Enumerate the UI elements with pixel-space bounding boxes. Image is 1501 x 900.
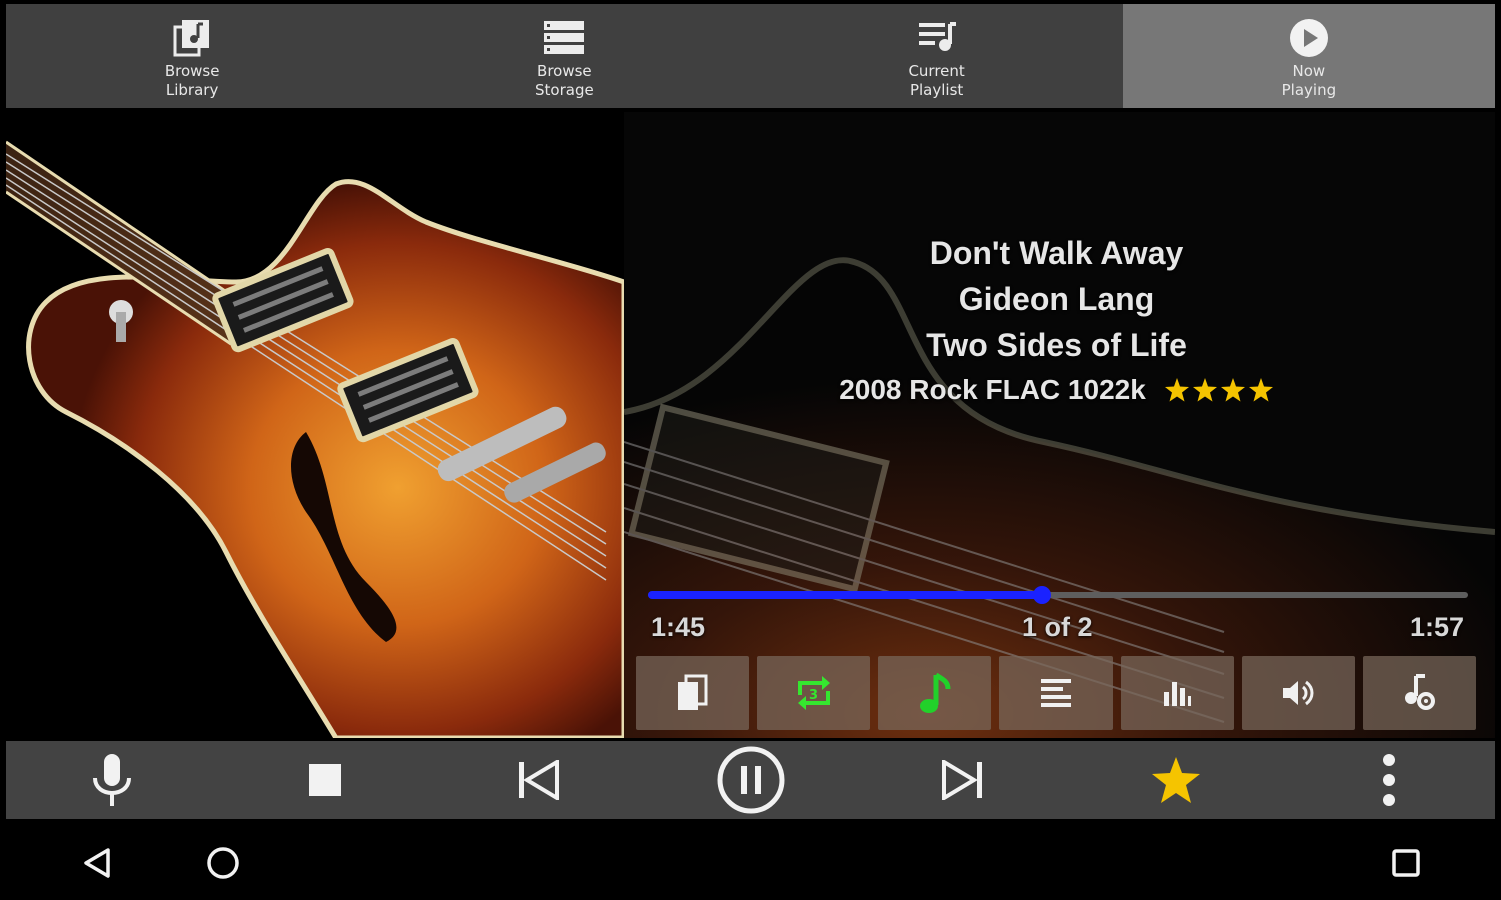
lyrics-button[interactable] xyxy=(999,656,1113,730)
favorite-button[interactable] xyxy=(1070,741,1283,819)
tab-label: Browse Library xyxy=(164,62,220,99)
tab-label: Browse Storage xyxy=(535,62,594,99)
seek-bar-progress xyxy=(648,591,1042,599)
play-circle-icon xyxy=(1287,16,1331,60)
svg-text:3: 3 xyxy=(809,688,818,703)
track-meta: 2008 Rock FLAC 1022k xyxy=(839,374,1146,405)
volume-icon xyxy=(1283,680,1314,706)
voice-search-button[interactable] xyxy=(6,741,219,819)
more-options-button[interactable] xyxy=(1282,741,1495,819)
next-icon xyxy=(942,760,983,800)
album-art[interactable] xyxy=(6,112,624,738)
repeat-icon: 3 xyxy=(797,676,830,710)
total-time: 1:57 xyxy=(1410,612,1465,642)
repeat-button[interactable]: 3 xyxy=(757,656,871,730)
play-pause-button[interactable] xyxy=(644,741,857,819)
back-button[interactable] xyxy=(74,840,120,886)
star-icon xyxy=(1192,378,1217,402)
music-settings-button[interactable] xyxy=(1362,656,1476,730)
track-title: Don't Walk Away xyxy=(929,235,1184,271)
elapsed-time: 1:45 xyxy=(651,612,706,642)
music-settings-icon xyxy=(1405,674,1436,710)
track-album: Two Sides of Life xyxy=(926,327,1187,363)
microphone-icon xyxy=(93,754,132,806)
star-icon xyxy=(1164,378,1189,402)
favorite-star-icon xyxy=(1151,757,1200,803)
previous-button[interactable] xyxy=(431,741,644,819)
next-button[interactable] xyxy=(857,741,1070,819)
equalizer-button[interactable] xyxy=(1120,656,1234,730)
track-artist: Gideon Lang xyxy=(958,281,1155,317)
queue-position: 1 of 2 xyxy=(1022,612,1093,642)
library-music-icon xyxy=(170,16,214,60)
previous-icon xyxy=(518,760,559,800)
stop-icon xyxy=(309,764,342,796)
bookmarks-icon xyxy=(677,674,708,710)
playlist-icon xyxy=(915,16,959,60)
top-tab-bar: Browse Library Browse Storage Current Pl… xyxy=(6,4,1495,108)
recents-square-icon xyxy=(1392,849,1420,877)
pause-icon xyxy=(717,746,785,814)
star-icon xyxy=(1248,378,1273,402)
tab-browse-storage[interactable]: Browse Storage xyxy=(378,4,750,108)
home-circle-icon xyxy=(207,847,239,879)
track-meta-row: 2008 Rock FLAC 1022k xyxy=(624,368,1489,412)
volume-button[interactable] xyxy=(1241,656,1355,730)
background-art xyxy=(624,112,1495,738)
action-button-row: 3 xyxy=(636,656,1476,730)
stop-button[interactable] xyxy=(219,741,432,819)
tab-current-playlist[interactable]: Current Playlist xyxy=(751,4,1123,108)
tab-label: Now Playing xyxy=(1281,62,1337,99)
rating-stars[interactable] xyxy=(1164,377,1274,403)
lyrics-icon xyxy=(1040,679,1071,707)
storage-list-icon xyxy=(542,16,586,60)
bookmarks-button[interactable] xyxy=(636,656,750,730)
system-navigation-bar xyxy=(0,820,1501,900)
seek-bar-thumb[interactable] xyxy=(1033,586,1051,604)
tab-label: Current Playlist xyxy=(908,62,965,99)
home-button[interactable] xyxy=(200,840,246,886)
tab-now-playing[interactable]: Now Playing xyxy=(1122,4,1495,108)
more-options-icon xyxy=(1382,754,1395,806)
playback-controls xyxy=(6,741,1495,819)
star-icon xyxy=(1220,378,1245,402)
equalizer-icon xyxy=(1164,682,1192,706)
tab-browse-library[interactable]: Browse Library xyxy=(6,4,378,108)
recents-button[interactable] xyxy=(1383,840,1429,886)
track-info: Don't Walk Away Gideon Lang Two Sides of… xyxy=(624,230,1489,412)
music-note-icon xyxy=(919,672,951,713)
music-note-button[interactable] xyxy=(878,656,992,730)
back-triangle-icon xyxy=(84,848,110,878)
